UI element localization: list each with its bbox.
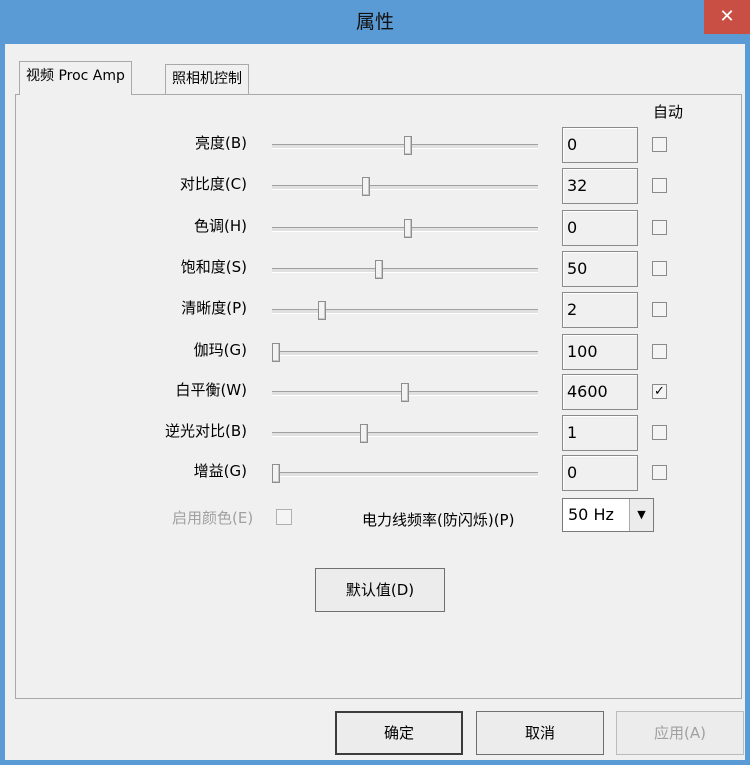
chevron-down-icon[interactable]: ▼ (629, 499, 653, 531)
auto-checkbox[interactable] (652, 425, 667, 440)
slider-thumb[interactable] (401, 383, 409, 402)
window-frame-bottom (0, 760, 750, 765)
tab-camera-control[interactable]: 照相机控制 (165, 64, 249, 94)
value-field[interactable]: 32 (562, 168, 638, 204)
power-line-frequency-label: 电力线频率(防闪烁)(P) (362, 511, 515, 529)
slider-thumb[interactable] (272, 464, 280, 483)
slider-thumb[interactable] (404, 136, 412, 155)
control-label: 清晰度(P) (181, 299, 247, 317)
auto-checkbox[interactable] (652, 178, 667, 193)
value-field[interactable]: 50 (562, 251, 638, 287)
control-label: 伽玛(G) (193, 341, 247, 359)
auto-checkbox[interactable] (652, 344, 667, 359)
close-button[interactable]: ✕ (704, 0, 750, 34)
slider-track[interactable] (272, 268, 538, 273)
window-frame-right (745, 44, 750, 765)
slider-thumb[interactable] (404, 219, 412, 238)
slider-thumb[interactable] (362, 177, 370, 196)
close-icon[interactable]: ✕ (704, 0, 750, 34)
slider-track[interactable] (272, 432, 538, 437)
slider-track[interactable] (272, 351, 538, 356)
control-label: 逆光对比(B) (165, 422, 247, 440)
value-field[interactable]: 2 (562, 292, 638, 328)
default-button[interactable]: 默认值(D) (315, 568, 445, 612)
power-line-frequency-value[interactable]: 50 Hz (568, 499, 614, 531)
tab-video-proc-amp[interactable]: 视频 Proc Amp (19, 61, 132, 95)
auto-checkbox[interactable]: ✓ (652, 384, 667, 399)
enable-color-label: 启用颜色(E) (172, 509, 254, 527)
control-label: 白平衡(W) (175, 381, 247, 399)
ok-button[interactable]: 确定 (335, 711, 463, 755)
value-field[interactable]: 0 (562, 455, 638, 491)
auto-checkbox[interactable] (652, 465, 667, 480)
slider-track[interactable] (272, 309, 538, 314)
slider-thumb[interactable] (272, 343, 280, 362)
check-icon: ✓ (654, 384, 665, 399)
value-field[interactable]: 0 (562, 210, 638, 246)
value-field[interactable]: 1 (562, 415, 638, 451)
slider-thumb[interactable] (318, 301, 326, 320)
auto-checkbox[interactable] (652, 302, 667, 317)
window-title: 属性 (355, 11, 394, 33)
cancel-button[interactable]: 取消 (476, 711, 604, 755)
control-label: 亮度(B) (195, 134, 247, 152)
slider-thumb[interactable] (360, 424, 368, 443)
auto-checkbox[interactable] (652, 261, 667, 276)
apply-button: 应用(A) (616, 711, 744, 755)
value-field[interactable]: 4600 (562, 374, 638, 410)
auto-column-header: 自动 (653, 103, 684, 121)
power-line-frequency-select[interactable]: 50 Hz ▼ (562, 498, 654, 532)
auto-checkbox[interactable] (652, 137, 667, 152)
slider-track[interactable] (272, 185, 538, 190)
value-field[interactable]: 100 (562, 334, 638, 370)
value-field[interactable]: 0 (562, 127, 638, 163)
auto-checkbox[interactable] (652, 220, 667, 235)
slider-track[interactable] (272, 472, 538, 477)
control-label: 色调(H) (194, 217, 247, 235)
enable-color-checkbox (276, 509, 292, 525)
control-label: 增益(G) (193, 462, 247, 480)
slider-thumb[interactable] (375, 260, 383, 279)
control-label: 饱和度(S) (180, 258, 247, 276)
control-label: 对比度(C) (179, 175, 247, 193)
title-bar: 属性 ✕ (0, 0, 750, 44)
